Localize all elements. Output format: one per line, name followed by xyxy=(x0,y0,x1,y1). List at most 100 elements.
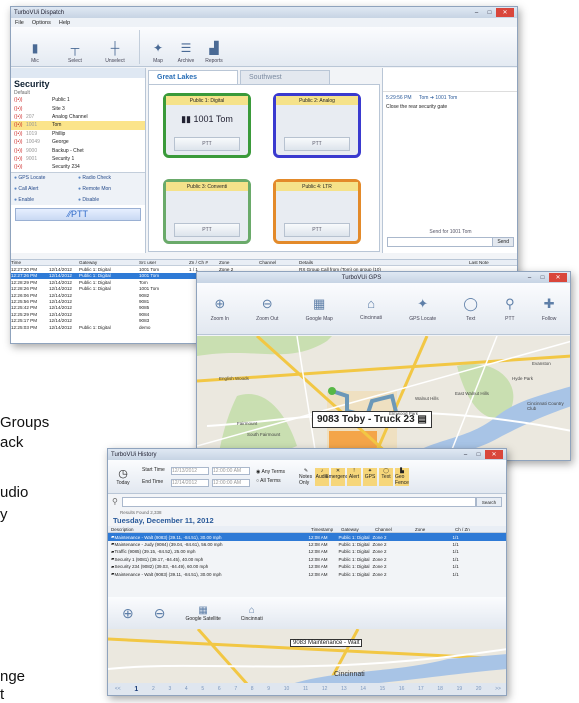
channel-ptt-button[interactable]: PTT xyxy=(174,223,240,237)
close-icon[interactable]: ✕ xyxy=(496,8,514,17)
gps-locate-button[interactable]: ✦ GPS Locate xyxy=(409,296,436,322)
any-terms-radio[interactable]: ◉ Any Terms xyxy=(256,469,285,475)
start-date-input[interactable]: 12/13/2012 xyxy=(171,466,209,475)
history-row[interactable]: ▰ Security 1 (9081) (39.17, -84.45), 40.… xyxy=(108,556,506,563)
filter-3-button[interactable]: ! Alert xyxy=(347,467,362,486)
filter-5-button[interactable]: ◯ Text xyxy=(379,467,394,486)
radio-list-item[interactable]: ((•)) Security 234 xyxy=(11,163,145,171)
filter-2-button[interactable]: ✕ Emergency xyxy=(325,467,351,486)
send-input[interactable]: Send xyxy=(387,237,514,247)
gps-map[interactable]: 9083 Toby - Truck 23 ▤ Evanston Hyde Park… xyxy=(197,336,570,460)
channel-ptt-button[interactable]: PTT xyxy=(284,137,350,151)
search-button[interactable]: Search xyxy=(476,497,502,507)
filter-6-button[interactable]: ▙ Geo Fence xyxy=(395,467,410,486)
history-column-header[interactable]: Timestamp xyxy=(311,527,341,532)
page-link[interactable]: 5 xyxy=(201,686,204,692)
channel-card[interactable]: Public 2: Analog PTT xyxy=(273,93,361,158)
channel-card[interactable]: Public 4: LTR PTT xyxy=(273,179,361,244)
log-column-header[interactable]: Src user xyxy=(139,260,189,265)
ptt-button[interactable]: ⚲ PTT xyxy=(505,296,515,322)
history-vehicle-label[interactable]: 9083 Maintenance - Walt xyxy=(290,639,363,647)
tab-great-lakes[interactable]: Great Lakes xyxy=(148,70,238,84)
history-row[interactable]: ▰ Traffic (9085) (39.15, -84.52), 25.00 … xyxy=(108,548,506,555)
filter-0-button[interactable]: ✎ Notes Only xyxy=(299,468,313,486)
start-time-input[interactable]: 12:00:00 AM xyxy=(212,466,250,475)
zoom-in-icon[interactable]: ⊕ xyxy=(122,605,134,622)
page-link[interactable]: 4 xyxy=(185,686,188,692)
page-link[interactable]: 16 xyxy=(399,686,405,692)
unselect-button[interactable]: ┼ Unselect xyxy=(95,28,135,64)
history-row[interactable]: ▰ Maintenance - Walt (9083) (39.11, -84.… xyxy=(108,570,506,577)
page-link[interactable]: 3 xyxy=(168,686,171,692)
map-button[interactable]: ✦ Map xyxy=(144,28,172,64)
radio-list-item[interactable]: ((•)) Site 3 xyxy=(11,104,145,112)
end-time-input[interactable]: 12:00:00 AM xyxy=(212,478,250,487)
page-link[interactable]: 15 xyxy=(380,686,386,692)
radio-list-item[interactable]: ((•)) 207 Analog Channel xyxy=(11,113,145,121)
log-column-header[interactable]: Zn / Ch # xyxy=(189,260,219,265)
channel-card[interactable]: Public 1: Digital ▮▮ 1001 Tom PTT xyxy=(163,93,251,158)
page-link[interactable]: 19 xyxy=(457,686,463,692)
page-link[interactable]: 17 xyxy=(418,686,424,692)
gps-locate-button[interactable]: GPS Locate xyxy=(14,175,78,181)
google-map-button[interactable]: ▦ Google Map xyxy=(306,296,333,322)
disable-button[interactable]: Disable xyxy=(78,197,142,203)
radio-list-item[interactable]: ((•)) 1001 Tom xyxy=(11,121,145,130)
page-link[interactable]: 13 xyxy=(341,686,347,692)
history-row[interactable]: ▰ Security 234 (9082) (39.03, -84.49), 6… xyxy=(108,563,506,570)
page-link[interactable]: 1 xyxy=(134,686,138,693)
enable-button[interactable]: Enable xyxy=(14,197,78,203)
log-column-header[interactable]: Channel xyxy=(259,260,299,265)
maximize-icon[interactable]: □ xyxy=(472,450,485,459)
end-date-input[interactable]: 12/14/2012 xyxy=(171,478,209,487)
log-column-header[interactable]: Last Note xyxy=(469,260,499,265)
radio-list-item[interactable]: ((•)) 10049 George xyxy=(11,138,145,146)
page-link[interactable]: 6 xyxy=(218,686,221,692)
page-link[interactable]: 9 xyxy=(267,686,270,692)
zoom-out-icon[interactable]: ⊖ xyxy=(154,605,166,622)
close-icon[interactable]: ✕ xyxy=(485,450,503,459)
page-link[interactable]: 12 xyxy=(322,686,328,692)
send-button[interactable]: Send xyxy=(492,238,513,246)
reports-button[interactable]: ▟ Reports xyxy=(200,28,228,64)
select-button[interactable]: ┬ Select xyxy=(55,28,95,64)
history-column-header[interactable]: Gateway xyxy=(341,527,375,532)
text-button[interactable]: ◯ Text xyxy=(463,296,478,322)
history-map[interactable]: ⊕ ⊖ ▦ Google Satellite ⌂ Cincinnati 9083 M… xyxy=(108,597,506,685)
page-link[interactable]: 2 xyxy=(152,686,155,692)
filter-4-button[interactable]: ✦ GPS xyxy=(363,467,378,486)
history-column-header[interactable]: Zone xyxy=(415,527,455,532)
menu-file[interactable]: File xyxy=(15,20,24,26)
minimize-icon[interactable]: – xyxy=(523,273,536,282)
history-column-header[interactable]: Channel xyxy=(375,527,415,532)
channel-card[interactable]: Public 3: Conventi PTT xyxy=(163,179,251,244)
channel-ptt-button[interactable]: PTT xyxy=(284,223,350,237)
page-link[interactable]: 8 xyxy=(251,686,254,692)
call-alert-button[interactable]: Call Alert xyxy=(14,186,78,192)
menu-options[interactable]: Options xyxy=(32,20,51,26)
today-button[interactable]: ◷ Today xyxy=(112,467,134,486)
zoom-out-button[interactable]: ⊖ Zoom Out xyxy=(256,296,278,322)
history-column-header[interactable]: Description xyxy=(111,527,271,532)
page-link[interactable]: << xyxy=(115,686,121,692)
channel-ptt-button[interactable]: PTT xyxy=(174,137,240,151)
page-link[interactable]: 10 xyxy=(284,686,290,692)
cincinnati-button[interactable]: ⌂ Cincinnati xyxy=(241,605,263,622)
archive-button[interactable]: ☰ Archive xyxy=(172,28,200,64)
log-column-header[interactable]: Gateway xyxy=(79,260,139,265)
log-column-header[interactable]: Time xyxy=(11,260,49,265)
minimize-icon[interactable]: – xyxy=(459,450,472,459)
follow-button[interactable]: ✚ Follow xyxy=(542,296,556,322)
remote-mon-button[interactable]: Remote Mon xyxy=(78,186,142,192)
maximize-icon[interactable]: □ xyxy=(483,8,496,17)
search-input[interactable] xyxy=(122,497,476,507)
page-link[interactable]: 20 xyxy=(476,686,482,692)
mic-button[interactable]: ▮ Mic xyxy=(15,28,55,64)
radio-list-item[interactable]: ((•)) Public 1 xyxy=(11,96,145,104)
menu-help[interactable]: Help xyxy=(59,20,70,26)
page-link[interactable]: 14 xyxy=(360,686,366,692)
log-column-header[interactable]: Details xyxy=(299,260,469,265)
log-column-header[interactable]: Zone xyxy=(219,260,259,265)
history-column-header[interactable]: Ch / Zn xyxy=(455,527,485,532)
radio-list-item[interactable]: ((•)) 9000 Backup - Chet xyxy=(11,146,145,154)
